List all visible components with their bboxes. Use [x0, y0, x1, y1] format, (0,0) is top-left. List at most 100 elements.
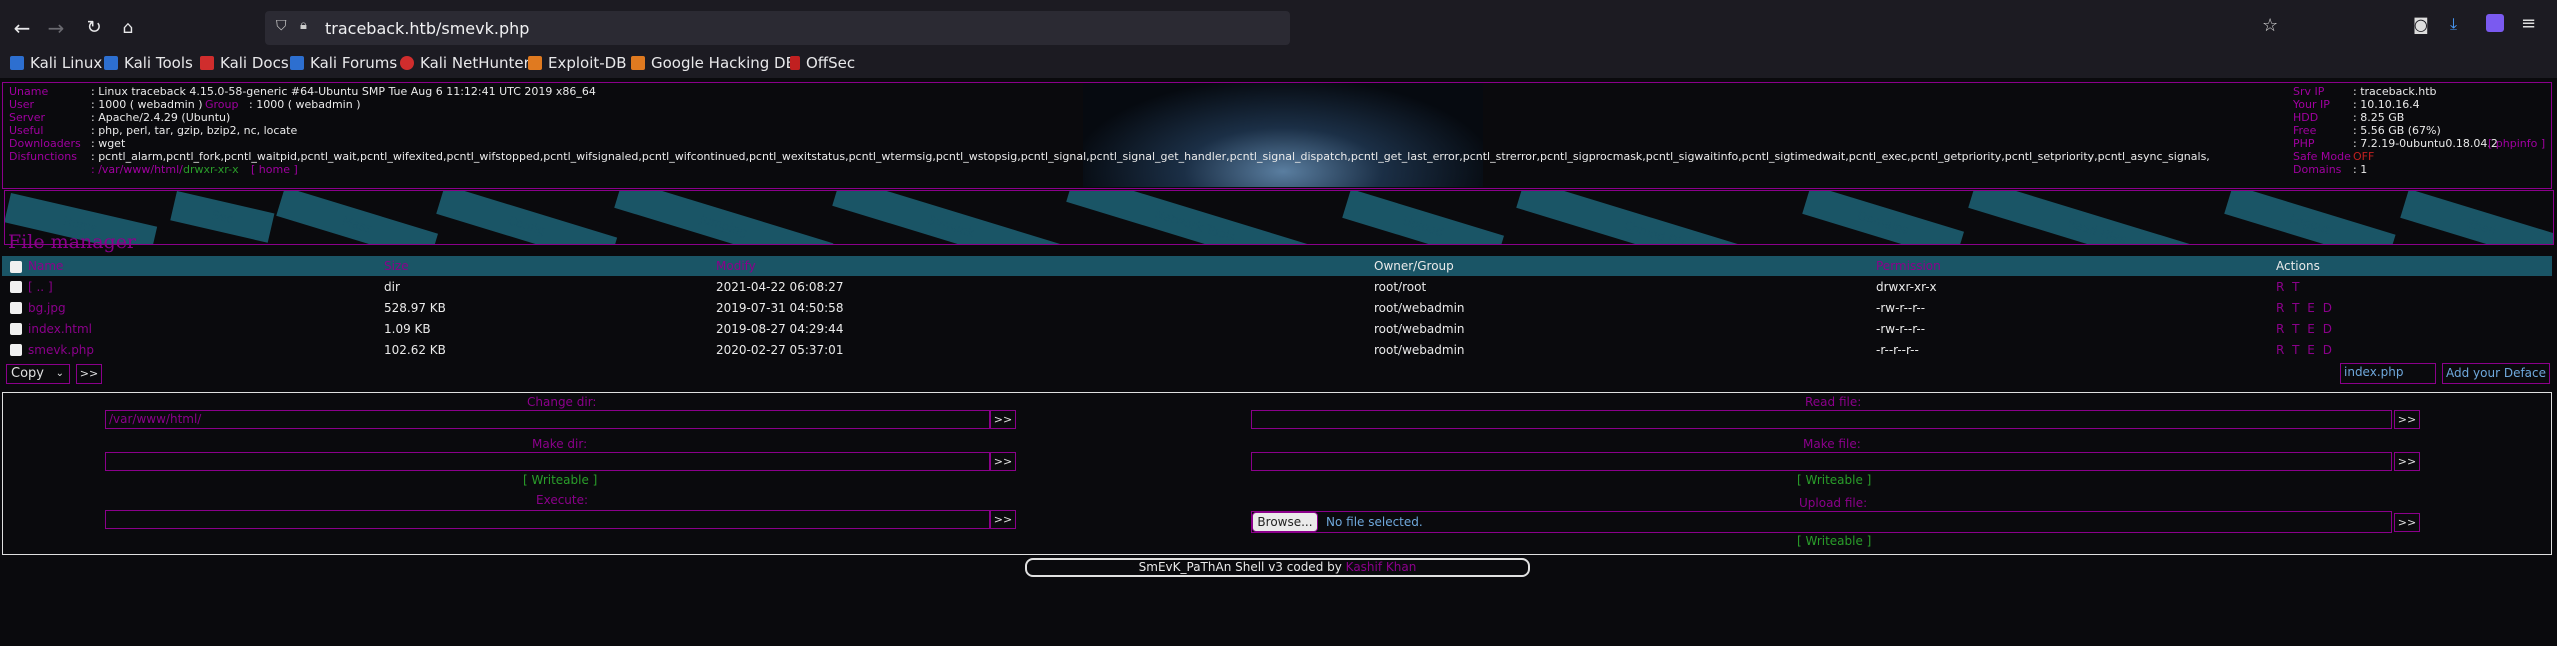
- bookmark-exploit-db[interactable]: Exploit-DB: [528, 54, 627, 72]
- make-dir-go-button[interactable]: >>: [990, 452, 1016, 471]
- make-dir-input[interactable]: [105, 452, 990, 471]
- row-checkbox[interactable]: [10, 281, 22, 293]
- kali-icon: [10, 56, 24, 70]
- home-link[interactable]: [ home ]: [251, 163, 298, 176]
- menu-item-logout[interactable]: Logout: [2224, 191, 2396, 244]
- read-file-go-button[interactable]: >>: [2394, 410, 2420, 429]
- change-dir-input[interactable]: /var/www/html/: [105, 410, 990, 429]
- bookmark-star-icon[interactable]: ☆: [2262, 15, 2278, 36]
- menu-item-config[interactable]: Config: [436, 191, 618, 244]
- make-dir-label: Make dir:: [532, 437, 588, 451]
- file-name[interactable]: index.html: [28, 322, 92, 336]
- col-permission-header[interactable]: Permission: [1876, 259, 1941, 273]
- browser-toolbar: ← → ↻ ⌂ ⛉ 🔒︎ traceback.htb/smevk.php ☆ ◙…: [0, 0, 2557, 54]
- menu-item-shell[interactable]: Shell: [2400, 191, 2553, 244]
- bookmark-label: Kali NetHunter: [420, 54, 530, 72]
- bookmark-offsec[interactable]: OffSec: [790, 54, 855, 72]
- menu-item-symlink[interactable]: Symlink: [832, 191, 1071, 244]
- browse-button[interactable]: Browse...: [1252, 512, 1318, 532]
- file-actions[interactable]: R T: [2266, 276, 2552, 297]
- file-permission[interactable]: -rw-r--r--: [1866, 318, 2266, 339]
- php-label: PHP: [2293, 137, 2315, 150]
- pocket-icon[interactable]: ◙: [2413, 15, 2429, 34]
- table-row: index.html 1.09 KB 2019-08-27 04:29:44 r…: [2, 318, 2552, 339]
- execute-go-button[interactable]: >>: [990, 510, 1016, 529]
- footer-author-link[interactable]: Kashif Khan: [1346, 560, 1417, 574]
- bookmark-google-hacking-db[interactable]: Google Hacking DB: [631, 54, 796, 72]
- deface-filename-input[interactable]: index.php: [2340, 363, 2436, 384]
- bookmarks-bar: Kali Linux Kali Tools Kali Docs Kali For…: [0, 50, 2557, 78]
- bookmark-kali-forums[interactable]: Kali Forums: [290, 54, 397, 72]
- forward-icon[interactable]: →: [42, 14, 70, 42]
- menu-item-jumping[interactable]: Jumping: [614, 191, 834, 244]
- file-actions[interactable]: R T E D: [2266, 318, 2552, 339]
- make-file-input[interactable]: [1251, 452, 2392, 471]
- execute-label: Execute:: [536, 493, 589, 507]
- execute-input[interactable]: [105, 510, 990, 529]
- file-permission[interactable]: -rw-r--r--: [1866, 297, 2266, 318]
- file-size: 1.09 KB: [384, 321, 431, 336]
- menu-item-read-files[interactable]: Read Files: [1968, 191, 2226, 244]
- bookmark-kali-nethunter[interactable]: Kali NetHunter: [400, 54, 530, 72]
- row-checkbox[interactable]: [10, 302, 22, 314]
- action-select[interactable]: Copy ⌄: [6, 364, 70, 384]
- bookmark-label: Kali Tools: [124, 54, 193, 72]
- server-label: Server: [9, 111, 46, 124]
- add-deface-button[interactable]: Add your Deface: [2442, 363, 2550, 384]
- col-modify-header[interactable]: Modify: [716, 259, 756, 273]
- path-value[interactable]: : /var/www/html/: [91, 163, 183, 176]
- col-name-header[interactable]: Name: [28, 259, 63, 273]
- home-icon[interactable]: ⌂: [114, 14, 142, 42]
- reload-icon[interactable]: ↻: [80, 14, 108, 42]
- bookmark-label: Kali Docs: [220, 54, 289, 72]
- menu-item-upload[interactable]: Upload: [1342, 191, 1505, 244]
- back-icon[interactable]: ←: [8, 14, 36, 42]
- file-name[interactable]: smevk.php: [28, 343, 94, 357]
- srvip-value: : traceback.htb: [2353, 85, 2437, 98]
- menu-item-network-tools[interactable]: Network Tools: [1066, 191, 1324, 244]
- file-permission[interactable]: drwxr-xr-x: [1866, 276, 2266, 297]
- bookmark-kali-docs[interactable]: Kali Docs: [200, 54, 289, 72]
- bookmark-kali-tools[interactable]: Kali Tools: [104, 54, 193, 72]
- phpinfo-link[interactable]: [ phpinfo ]: [2488, 137, 2545, 150]
- file-actions[interactable]: R T E D: [2266, 297, 2552, 318]
- group-label: Group: [205, 98, 239, 111]
- file-actions[interactable]: R T E D: [2266, 339, 2552, 360]
- file-permission[interactable]: -r--r--r--: [1866, 339, 2266, 360]
- menu-item-domains[interactable]: Domains: [1802, 191, 1965, 244]
- row-checkbox[interactable]: [10, 344, 22, 356]
- menu-item-chmod[interactable]: Chmod Dir: [1516, 191, 1793, 244]
- uname-value: : Linux traceback 4.15.0-58-generic #64-…: [91, 85, 596, 98]
- menu-item-mass[interactable]: Mass: [276, 191, 439, 244]
- menu-item-sec[interactable]: Sec: [170, 191, 275, 243]
- change-dir-label: Change dir:: [527, 395, 597, 409]
- menu-icon[interactable]: ≡: [2521, 13, 2536, 34]
- row-checkbox[interactable]: [10, 323, 22, 335]
- file-size: 528.97 KB: [384, 300, 446, 315]
- shield-icon[interactable]: ⛉: [276, 18, 287, 34]
- extension-icon[interactable]: [2486, 14, 2504, 32]
- file-name[interactable]: [ .. ]: [28, 280, 53, 294]
- read-file-input[interactable]: [1251, 410, 2392, 429]
- table-row: smevk.php 102.62 KB 2020-02-27 05:37:01 …: [2, 339, 2552, 360]
- safemode-value: OFF: [2353, 150, 2375, 163]
- table-row: [ .. ] dir 2021-04-22 06:08:27 root/root…: [2, 276, 2552, 297]
- free-label: Free: [2293, 124, 2317, 137]
- bookmark-label: Kali Linux: [30, 54, 103, 72]
- download-icon[interactable]: ⤓: [2450, 14, 2457, 34]
- select-all-checkbox[interactable]: [10, 260, 22, 273]
- change-dir-go-button[interactable]: >>: [990, 410, 1016, 429]
- file-owner: root/webadmin: [1374, 342, 1465, 357]
- useful-label: Useful: [9, 124, 44, 137]
- lock-icon[interactable]: 🔒︎: [300, 18, 307, 33]
- col-size-header[interactable]: Size: [384, 259, 409, 273]
- file-name[interactable]: bg.jpg: [28, 301, 66, 315]
- php-value: : 7.2.19-0ubuntu0.18.04.2: [2353, 137, 2498, 150]
- bookmark-label: Google Hacking DB: [651, 54, 796, 72]
- action-go-button[interactable]: >>: [76, 364, 102, 384]
- upload-file-input[interactable]: No file selected.: [1251, 511, 2392, 533]
- disfunctions-label: Disfunctions: [9, 150, 77, 163]
- upload-go-button[interactable]: >>: [2394, 513, 2420, 532]
- make-file-go-button[interactable]: >>: [2394, 452, 2420, 471]
- bookmark-kali-linux[interactable]: Kali Linux: [10, 54, 102, 72]
